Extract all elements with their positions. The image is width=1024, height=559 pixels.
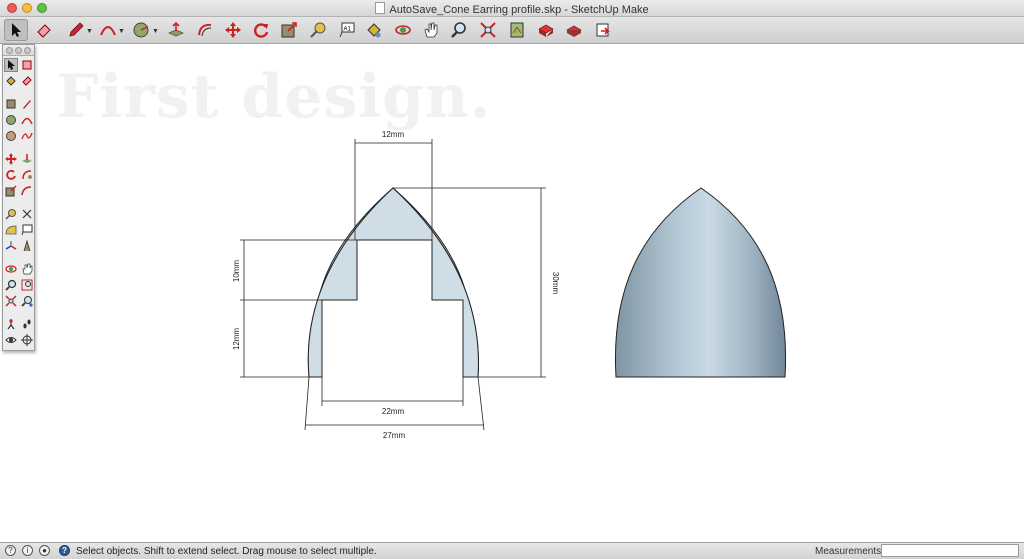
- hand-icon: [424, 22, 438, 38]
- tape-measure-tool-button[interactable]: [306, 19, 330, 41]
- rotate-icon: [254, 23, 269, 38]
- layout-button[interactable]: [591, 19, 615, 41]
- dimension-outer-width[interactable]: [304, 376, 485, 431]
- arc-tool-button[interactable]: [96, 19, 120, 41]
- shapes-tool-button[interactable]: [129, 19, 153, 41]
- chevron-down-icon[interactable]: ▼: [86, 28, 93, 35]
- dimension-lower-height[interactable]: [240, 300, 309, 378]
- text-label-icon: A1: [339, 22, 355, 38]
- zoom-tool-button[interactable]: [447, 19, 471, 41]
- window-title-text: AutoSave_Cone Earring profile.skp - Sket…: [389, 4, 649, 16]
- follow-me-tool-button[interactable]: [193, 19, 217, 41]
- arrow-icon: [12, 23, 21, 37]
- scale-icon: [281, 22, 297, 38]
- document-icon: [375, 2, 386, 14]
- instructor-help-icon[interactable]: ?: [59, 545, 70, 556]
- status-message: Select objects. Shift to extend select. …: [76, 546, 377, 557]
- measurements-input[interactable]: [881, 544, 1019, 557]
- warehouse-icon: [510, 22, 524, 38]
- move-tool-button[interactable]: [221, 19, 245, 41]
- text-tool-button[interactable]: A1: [335, 19, 359, 41]
- move-icon: [225, 22, 241, 38]
- eraser-tool-button[interactable]: [32, 19, 56, 41]
- svg-text:A1: A1: [344, 27, 352, 33]
- dimension-label-outer-width: 27mm: [383, 431, 406, 440]
- dimension-label-inner-width: 22mm: [382, 407, 405, 416]
- extension-icon: [538, 24, 554, 37]
- geo-location-icon[interactable]: ?: [5, 545, 16, 556]
- dimension-inner-width[interactable]: [321, 377, 464, 406]
- status-bar: ? i ● ? Select objects. Shift to extend …: [0, 542, 1024, 559]
- title-bar: AutoSave_Cone Earring profile.skp - Sket…: [0, 0, 1024, 17]
- user-account-icon[interactable]: ●: [39, 545, 50, 556]
- paint-bucket-tool-button[interactable]: [362, 19, 386, 41]
- push-pull-tool-button[interactable]: [164, 19, 188, 41]
- dimension-label-total-height: 30mm: [551, 272, 560, 295]
- solid-cone-model[interactable]: [614, 187, 787, 378]
- chevron-down-icon[interactable]: ▼: [152, 28, 159, 35]
- zoom-extents-icon: [480, 22, 496, 38]
- magnifier-icon: [451, 22, 466, 38]
- dimension-label-lower-height: 12mm: [232, 328, 241, 351]
- share-model-button[interactable]: [562, 19, 586, 41]
- credits-icon[interactable]: i: [22, 545, 33, 556]
- select-tool-button[interactable]: [4, 19, 28, 41]
- measurements-label: Measurements: [815, 546, 882, 557]
- window-title: AutoSave_Cone Earring profile.skp - Sket…: [0, 2, 1024, 16]
- get-models-button[interactable]: [505, 19, 529, 41]
- line-tool-button[interactable]: [64, 19, 88, 41]
- dimension-label-top-width: 12mm: [382, 130, 405, 139]
- extension-warehouse-button[interactable]: [534, 19, 558, 41]
- chevron-down-icon[interactable]: ▼: [118, 28, 125, 35]
- zoom-extents-tool-button[interactable]: [476, 19, 500, 41]
- paint-bucket-icon: [367, 23, 381, 38]
- scale-tool-button[interactable]: [277, 19, 301, 41]
- rotate-tool-button[interactable]: [249, 19, 273, 41]
- tape-measure-icon: [310, 22, 326, 38]
- share-icon: [566, 25, 582, 37]
- offset-icon: [198, 23, 212, 37]
- orbit-icon: [395, 25, 411, 35]
- push-pull-icon: [168, 21, 184, 37]
- dimension-label-upper-height: 10mm: [232, 260, 241, 283]
- drawing-canvas[interactable]: 12mm 10mm 12mm 30mm 22mm 27mm: [0, 44, 1024, 542]
- orbit-tool-button[interactable]: [391, 19, 415, 41]
- circle-shape-icon: [133, 22, 149, 38]
- eraser-icon: [37, 24, 51, 38]
- pan-tool-button[interactable]: [419, 19, 443, 41]
- pencil-icon: [69, 22, 84, 37]
- arc-icon: [100, 26, 116, 36]
- layout-icon: [596, 23, 610, 37]
- main-toolbar: ▼ ▼ ▼ A1: [0, 17, 1024, 44]
